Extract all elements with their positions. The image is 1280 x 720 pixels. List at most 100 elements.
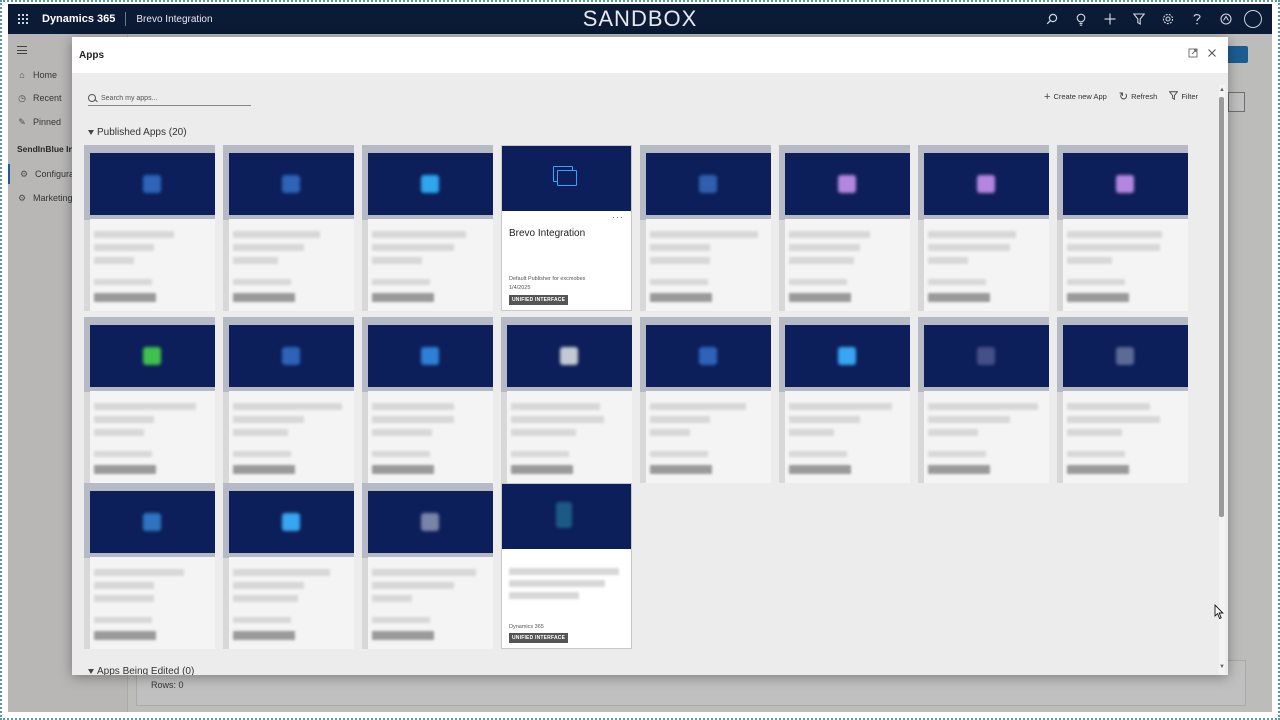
apps-being-edited-count: (0) <box>182 666 195 675</box>
app-card-body <box>1063 391 1188 483</box>
app-card-description <box>1067 416 1160 423</box>
app-window-icon <box>553 166 579 188</box>
app-card-body <box>507 391 632 483</box>
app-card-badge <box>94 293 156 302</box>
top-nav-bar: Dynamics 365 Brevo Integration SANDBOX <box>8 4 1272 34</box>
app-launcher-icon[interactable] <box>10 4 36 34</box>
app-card-description <box>511 416 604 423</box>
app-card-publisher <box>928 279 986 285</box>
plus-icon[interactable] <box>1095 4 1124 34</box>
app-card-title <box>511 403 600 410</box>
app-card[interactable] <box>84 483 215 649</box>
app-card-publisher <box>511 451 569 457</box>
app-card[interactable] <box>918 145 1049 311</box>
app-card-publisher <box>233 451 291 457</box>
app-card[interactable] <box>223 483 354 649</box>
app-card-title <box>372 231 466 238</box>
app-card-body <box>368 557 493 649</box>
apps-being-edited-header[interactable]: Apps Being Edited (0) <box>88 666 194 675</box>
app-card-title <box>372 569 476 576</box>
scroll-down-arrow-icon[interactable]: ▼ <box>1218 663 1226 671</box>
app-card-publisher <box>233 279 291 285</box>
app-card-description <box>233 582 304 589</box>
app-card[interactable] <box>779 145 910 311</box>
app-card[interactable] <box>1057 145 1188 311</box>
app-card[interactable] <box>362 483 493 649</box>
search-box[interactable] <box>88 92 251 106</box>
app-card[interactable] <box>362 145 493 311</box>
app-card-description <box>372 257 422 264</box>
app-card-body <box>229 391 354 483</box>
filter-icon[interactable] <box>1124 4 1153 34</box>
app-card-description <box>233 244 304 251</box>
gear-icon[interactable] <box>1153 4 1182 34</box>
app-card-description <box>650 416 710 423</box>
search-icon[interactable] <box>1037 4 1066 34</box>
app-card-title <box>94 403 196 410</box>
app-icon <box>838 175 856 193</box>
app-card[interactable] <box>640 145 771 311</box>
app-card-body <box>785 391 910 483</box>
app-card-description <box>928 257 968 264</box>
app-card-brevo-integration[interactable]: ··· Brevo Integration Default Publisher fo… <box>501 145 632 311</box>
search-input[interactable] <box>101 92 241 105</box>
app-card[interactable] <box>640 317 771 483</box>
app-card-description <box>233 257 278 264</box>
published-apps-header[interactable]: Published Apps (20) <box>88 127 187 138</box>
filter-button[interactable]: Filter <box>1168 91 1198 102</box>
app-card[interactable] <box>779 317 910 483</box>
app-card[interactable] <box>223 317 354 483</box>
refresh-label: Refresh <box>1131 92 1158 101</box>
app-card[interactable] <box>223 145 354 311</box>
refresh-button[interactable]: ↻ Refresh <box>1119 91 1158 102</box>
app-card-body <box>368 219 493 311</box>
close-icon[interactable] <box>1205 48 1219 62</box>
app-card-title <box>233 403 342 410</box>
app-card-title <box>650 231 758 238</box>
app-name[interactable]: Brevo Integration <box>136 14 212 25</box>
app-icon <box>977 347 995 365</box>
help-icon[interactable] <box>1182 4 1211 34</box>
app-card-badge <box>789 293 851 302</box>
expand-icon[interactable] <box>1186 48 1200 62</box>
create-new-app-label: Create new App <box>1053 92 1107 101</box>
app-card-description <box>1067 257 1112 264</box>
app-card-body <box>229 557 354 649</box>
app-card[interactable] <box>918 317 1049 483</box>
lightbulb-icon[interactable] <box>1066 4 1095 34</box>
app-card-title <box>1067 403 1150 410</box>
app-card-description <box>233 595 298 602</box>
app-icon <box>282 513 300 531</box>
app-card[interactable] <box>1057 317 1188 483</box>
app-card-title <box>650 403 746 410</box>
dialog-header: Apps <box>72 37 1228 73</box>
app-card-publisher <box>94 617 152 623</box>
more-options-icon[interactable]: ··· <box>612 212 624 222</box>
app-card-body <box>1063 219 1188 311</box>
app-card-body <box>90 557 215 649</box>
app-card[interactable] <box>84 317 215 483</box>
app-card-body <box>90 391 215 483</box>
brand-name[interactable]: Dynamics 365 <box>42 13 115 25</box>
scrollbar-thumb[interactable] <box>1219 97 1224 517</box>
app-card-description <box>509 580 605 587</box>
app-card[interactable] <box>362 317 493 483</box>
app-card[interactable] <box>501 317 632 483</box>
app-card-badge <box>1067 293 1129 302</box>
app-card-body <box>785 219 910 311</box>
app-card[interactable]: Dynamics 365 UNIFIED INTERFACE <box>501 483 632 649</box>
avatar[interactable] <box>1244 10 1262 28</box>
app-card-description <box>928 244 1010 251</box>
create-new-app-button[interactable]: + Create new App <box>1044 91 1107 102</box>
app-card-description <box>509 592 579 599</box>
app-card-badge <box>650 293 712 302</box>
app-card-title <box>789 403 892 410</box>
app-card-badge <box>928 465 990 474</box>
app-card[interactable] <box>84 145 215 311</box>
app-card-title <box>233 231 320 238</box>
chevron-down-icon <box>88 669 94 674</box>
app-card-description <box>94 416 154 423</box>
app-card-title <box>233 569 330 576</box>
scroll-up-arrow-icon[interactable]: ▲ <box>1218 86 1226 94</box>
copilot-icon[interactable] <box>1211 4 1240 34</box>
